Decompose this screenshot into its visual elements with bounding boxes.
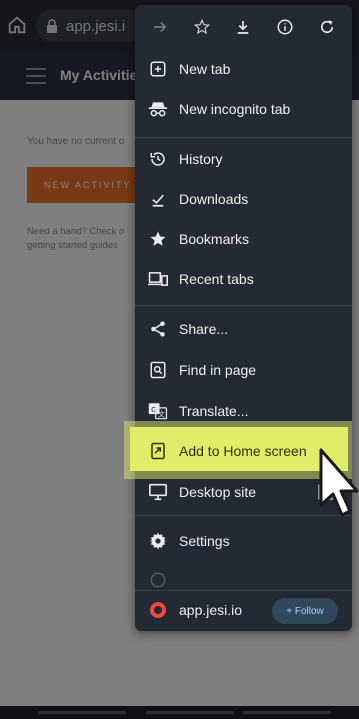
menu-item-find-in-page[interactable]: Find in page bbox=[135, 350, 352, 390]
site-follow-row: app.jesi.io + Follow bbox=[135, 592, 352, 628]
home-icon[interactable] bbox=[6, 14, 28, 36]
menu-divider bbox=[135, 590, 352, 591]
new-tab-icon bbox=[148, 59, 168, 79]
share-icon bbox=[148, 319, 168, 339]
menu-item-label: Find in page bbox=[179, 362, 257, 378]
bookmark-star-icon[interactable] bbox=[186, 11, 218, 43]
menu-item-label: Downloads bbox=[179, 191, 249, 207]
settings-gear-icon bbox=[148, 531, 168, 551]
download-icon[interactable] bbox=[227, 11, 259, 43]
menu-item-label: New incognito tab bbox=[179, 101, 291, 117]
menu-item-recent-tabs[interactable]: Recent tabs bbox=[135, 259, 352, 299]
follow-button[interactable]: + Follow bbox=[272, 598, 338, 624]
menu-toolbar bbox=[135, 5, 352, 49]
menu-item-history[interactable]: History bbox=[135, 139, 352, 179]
history-icon bbox=[148, 149, 168, 169]
desktop-icon bbox=[148, 482, 168, 502]
menu-item-label: Share... bbox=[179, 321, 229, 337]
add-to-home-icon bbox=[148, 441, 168, 461]
nav-recents-handle[interactable] bbox=[243, 711, 331, 714]
incognito-icon bbox=[148, 99, 168, 119]
menu-item-bookmarks[interactable]: Bookmarks bbox=[135, 219, 352, 259]
url-text: app.jesi.i bbox=[66, 17, 126, 35]
menu-item-label: History bbox=[179, 151, 223, 167]
new-activity-button[interactable]: NEW ACTIVITY bbox=[27, 167, 142, 203]
nav-back-handle[interactable] bbox=[38, 711, 126, 714]
menu-item-settings[interactable]: Settings bbox=[135, 521, 352, 561]
translate-icon: G文 bbox=[148, 401, 168, 421]
page-title: My Activities bbox=[60, 67, 146, 83]
svg-text:文: 文 bbox=[158, 409, 165, 418]
find-in-page-icon bbox=[148, 360, 168, 380]
hamburger-menu-icon[interactable] bbox=[26, 68, 46, 84]
mouse-pointer-icon bbox=[319, 448, 359, 517]
menu-item-label: Add to Home screen bbox=[179, 443, 307, 459]
no-activity-text: You have no current o bbox=[27, 136, 125, 147]
menu-item-partial bbox=[135, 565, 352, 589]
downloads-icon bbox=[148, 189, 168, 209]
menu-item-label: Desktop site bbox=[179, 484, 257, 500]
system-nav-bar bbox=[0, 706, 359, 719]
lock-icon bbox=[47, 19, 57, 33]
refresh-icon[interactable] bbox=[311, 11, 343, 43]
menu-item-downloads[interactable]: Downloads bbox=[135, 179, 352, 219]
menu-item-label: Settings bbox=[179, 533, 230, 549]
nav-home-handle[interactable] bbox=[146, 711, 234, 714]
info-icon[interactable] bbox=[269, 11, 301, 43]
menu-item-share[interactable]: Share... bbox=[135, 309, 352, 349]
menu-item-label: New tab bbox=[179, 61, 231, 77]
site-label: app.jesi.io bbox=[179, 602, 243, 618]
menu-item-new-tab[interactable]: New tab bbox=[135, 49, 352, 89]
menu-divider bbox=[135, 305, 352, 306]
menu-divider bbox=[135, 137, 352, 138]
site-favicon-icon bbox=[150, 602, 166, 618]
recent-tabs-icon bbox=[148, 269, 168, 289]
browser-overflow-menu: New tab New incognito tab History Downlo… bbox=[135, 5, 352, 631]
bookmarks-star-icon bbox=[148, 229, 168, 249]
help-text: Need a hand? Check o getting started gui… bbox=[27, 226, 125, 251]
forward-icon[interactable] bbox=[144, 11, 176, 43]
menu-item-label: Recent tabs bbox=[179, 271, 254, 287]
menu-item-label: Translate... bbox=[179, 403, 249, 419]
menu-item-label: Bookmarks bbox=[179, 231, 250, 247]
menu-item-new-incognito-tab[interactable]: New incognito tab bbox=[135, 89, 352, 129]
